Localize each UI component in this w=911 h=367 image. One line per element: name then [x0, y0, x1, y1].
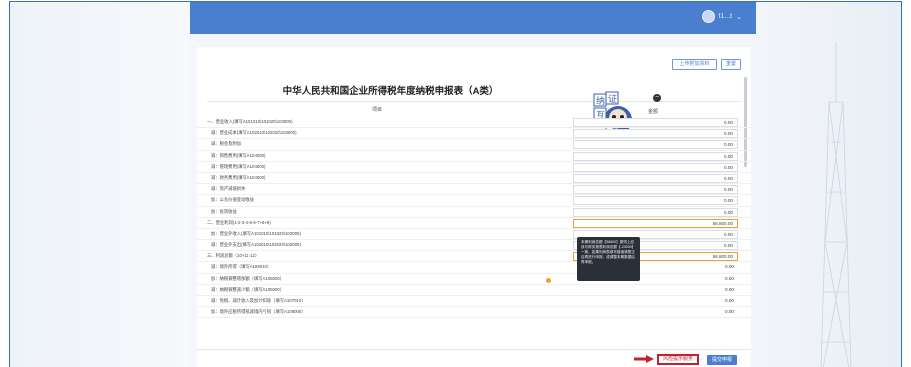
form-rows: 一、营业收入(填写A101010\101020\103000) 0.00 减：营业…: [197, 117, 751, 319]
chevron-down-icon: ⌄: [736, 13, 742, 21]
table-row: 减：财务费用(填写A104000) 0.00: [197, 173, 751, 185]
amount-field[interactable]: 0.00: [573, 129, 738, 139]
table-row: 加：公允价值变动收益 0.00: [197, 195, 751, 207]
divider: [207, 101, 742, 102]
row-label: 加：投资收益: [211, 208, 237, 214]
table-row: 减：免税、减计收入及加计扣除（填写A107010） 0.00: [197, 296, 751, 308]
tower-illustration: [820, 42, 852, 367]
table-row: 加：营业外收入(填写A101010\101020\103000) 0.00: [197, 229, 751, 241]
column-header-item: 项目: [372, 107, 383, 113]
table-row: 减：税金及附加 0.00: [197, 139, 751, 151]
row-label: 减：免税、减计收入及加计扣除（填写A107010）: [211, 298, 306, 303]
amount-field[interactable]: 0.00: [573, 162, 738, 172]
username: t1...t: [718, 13, 733, 20]
amount-value: 0.00: [573, 285, 738, 295]
upload-attachments-button[interactable]: 上传附加资料: [672, 59, 717, 70]
warning-icon[interactable]: [546, 278, 551, 283]
risk-tooltip: 本期利润总额【58800】原则上应该与财务报表利润总额【-23000】一致，如果…: [577, 237, 640, 281]
row-label: 加：营业外收入(填写A101010\101020\103000): [211, 230, 301, 236]
row-label: 减：纳税调整减少额（填写A105000）: [211, 286, 285, 292]
amount-field[interactable]: 0.00: [573, 207, 738, 217]
row-label: 加：纳税调整增加额（填写A105000）: [211, 275, 285, 281]
table-row: 减：资产减值损失 0.00: [197, 184, 751, 196]
footer-bar: 风险提示服务 提交申报: [197, 349, 751, 367]
svg-text:证: 证: [608, 94, 617, 105]
table-row: 减：纳税调整减少额（填写A105000） 0.00: [197, 285, 751, 296]
top-navigation-bar: t1...t ⌄: [190, 2, 756, 34]
table-row: 减：管理费用(填写A104000) 0.00: [197, 162, 751, 173]
tax-form-panel: 上传附加资料 重置 中华人民共和国企业所得税年度纳税申报表（A类） 纳 证 互 …: [197, 47, 751, 367]
amount-field[interactable]: 0.00: [573, 196, 738, 206]
user-menu[interactable]: t1...t ⌄: [701, 10, 742, 23]
amount-value: 0.00: [573, 308, 738, 318]
table-row: 减：营业外支出(填写A102010\102020\103000) 0.00: [197, 240, 751, 252]
amount-field[interactable]: 0.00: [573, 185, 738, 195]
row-label: 三、利润总额（10+11-12）: [207, 253, 260, 259]
amount-field[interactable]: 58,800.00: [573, 218, 738, 228]
row-label: 减：营业外支出(填写A102010\102020\103000): [211, 242, 301, 248]
row-label: 减：管理费用(填写A104000): [211, 163, 266, 169]
table-row: 加：纳税调整增加额（填写A105000） 0.00: [197, 274, 751, 285]
reset-button[interactable]: 重置: [721, 59, 741, 70]
row-label: 减：税金及附加: [211, 141, 242, 147]
table-row: 减：营业成本(填写A102010\102020\103000) 0.00: [197, 128, 751, 140]
column-header-amount: 金额: [648, 109, 659, 115]
user-avatar-icon: [701, 10, 715, 23]
amount-value: 0.00: [573, 297, 738, 306]
risk-prompt-button[interactable]: 风险提示服务: [657, 354, 699, 365]
amount-field[interactable]: 0.00: [573, 140, 738, 150]
arrow-right-icon: [634, 355, 654, 363]
row-label: 二、营业利润(1-2-3-4-5-6-7+8+9): [207, 219, 271, 225]
table-row: 减：销售费用(填写A104000) 0.00: [197, 151, 751, 162]
table-row: 减：境外所得（填写A108010） 0.00: [197, 262, 751, 274]
close-mascot-icon[interactable]: −: [653, 94, 661, 102]
browser-frame: t1...t ⌄ 上传附加资料 重置 中华人民共和国企业所得税年度纳税申报表（A…: [9, 1, 902, 367]
table-row: 三、利润总额（10+11-12） 58,800.00: [197, 251, 751, 263]
row-label: 减：营业成本(填写A102010\102020\103000): [211, 130, 297, 136]
submit-declaration-button[interactable]: 提交申报: [707, 355, 737, 365]
amount-field[interactable]: 0.00: [573, 151, 738, 161]
background-right: [746, 2, 901, 367]
table-row: 二、营业利润(1-2-3-4-5-6-7+8+9) 58,800.00: [197, 218, 751, 229]
background-left: [10, 2, 190, 367]
table-row: 一、营业收入(填写A101010\101020\103000) 0.00: [197, 117, 751, 129]
table-row: 加：投资收益 0.00: [197, 207, 751, 218]
row-label: 一、营业收入(填写A101010\101020\103000): [207, 119, 293, 124]
table-row: 加：境外应税所得抵减境内亏损（填写A108000） 0.00: [197, 307, 751, 319]
amount-field[interactable]: 0.00: [573, 173, 738, 183]
row-label: 加：境外应税所得抵减境内亏损（填写A108000）: [211, 309, 306, 315]
row-label: 加：公允价值变动收益: [211, 197, 254, 203]
form-title: 中华人民共和国企业所得税年度纳税申报表（A类）: [282, 86, 499, 97]
row-label: 减：销售费用(填写A104000): [211, 152, 266, 158]
row-label: 减：资产减值损失: [211, 186, 246, 192]
amount-field[interactable]: 0.00: [573, 118, 738, 127]
row-label: 减：境外所得（填写A108010）: [211, 264, 272, 270]
svg-text:纳: 纳: [596, 95, 605, 107]
row-label: 减：财务费用(填写A104000): [211, 174, 266, 180]
